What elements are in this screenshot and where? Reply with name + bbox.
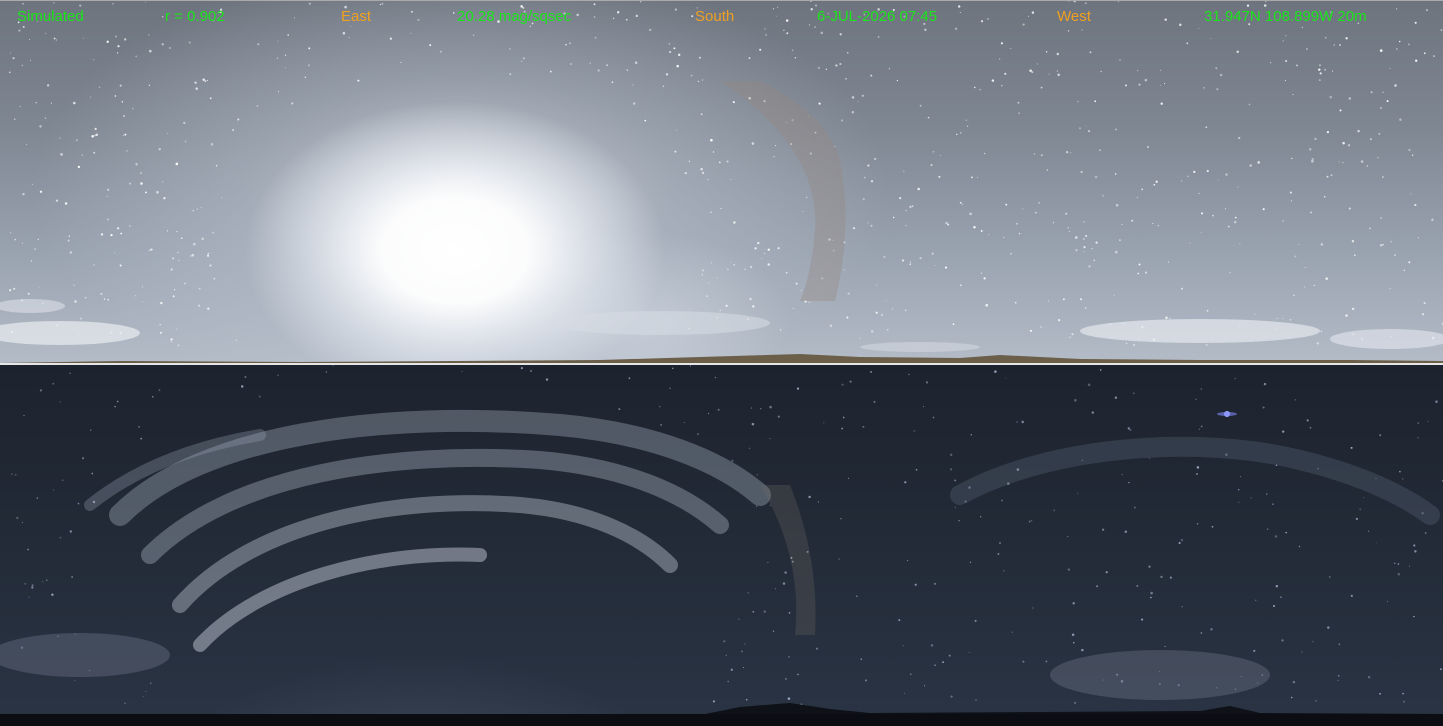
- cloud-right: [1080, 319, 1320, 343]
- sky-comparison-view: Simulated r = 0.902 East 20.28 mag/sqsec…: [0, 0, 1443, 726]
- cloud-swirl: [84, 409, 1440, 652]
- direction-south-label: South: [695, 8, 735, 25]
- direction-east-label: East: [341, 8, 372, 25]
- sky-brightness-value: 20.28 mag/sqsec: [457, 8, 572, 25]
- simulated-scenery: [0, 81, 1443, 365]
- cloud-far-right: [1330, 329, 1443, 349]
- observed-sky-panel: [0, 365, 1443, 726]
- milky-way-band: [720, 81, 846, 301]
- cloud-left-small: [0, 299, 65, 313]
- cloud-lower-right: [1050, 650, 1270, 700]
- datetime-value: 6-JUL-2026 07:45: [817, 8, 938, 25]
- observed-scenery: [0, 409, 1443, 726]
- cloud-horizon-mid: [860, 342, 980, 352]
- cloud-center: [550, 311, 770, 335]
- milky-way-band-observed: [760, 485, 816, 635]
- cloud-left: [0, 321, 140, 345]
- bright-star-glow: [1217, 412, 1237, 416]
- cloud-lower-left: [0, 633, 170, 677]
- correlation-value: r = 0.902: [165, 8, 225, 25]
- direction-west-label: West: [1057, 8, 1091, 25]
- simulated-sky-panel: Simulated r = 0.902 East 20.28 mag/sqsec…: [0, 0, 1443, 365]
- mode-label: Simulated: [17, 8, 84, 25]
- location-value: 31.947N 108.899W 20m: [1204, 8, 1367, 25]
- ground-strip: [0, 714, 1443, 726]
